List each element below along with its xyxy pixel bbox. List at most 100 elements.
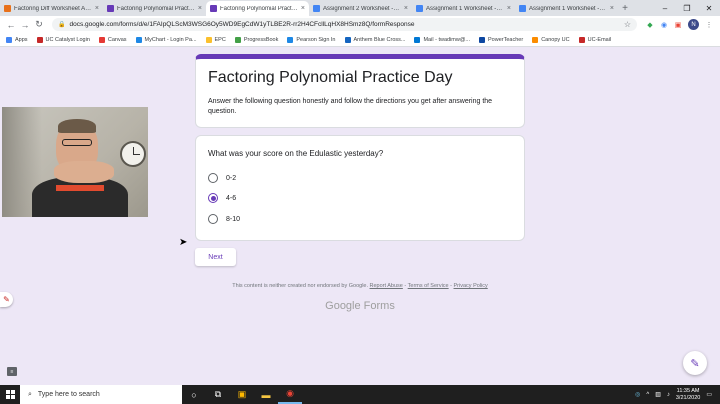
system-tray: ◎ ^ ▥ ♪ 11:35 AM 3/21/2020 ▭ [635,388,720,402]
tab-favicon [519,5,526,12]
bookmark-item[interactable]: ProgressBook [234,36,278,43]
extension-icon[interactable]: ◆ [643,18,657,32]
wall-clock [120,141,146,167]
bookmark-item[interactable]: Canopy UC [532,36,570,43]
form-title: Factoring Polynomial Practice Day [208,69,453,86]
bookmark-label: Canopy UC [541,36,570,43]
bookmark-label: UC Catalyst Login [45,36,90,43]
bookmark-favicon-icon [532,36,539,43]
extension-icon[interactable]: ▣ [671,18,685,32]
bookmark-item[interactable]: EPC [205,36,226,43]
bookmark-favicon-icon [578,36,585,43]
taskbar-clock[interactable]: 11:35 AM 3/21/2020 [676,388,700,402]
start-button[interactable] [0,385,20,404]
search-icon: ⌕ [28,390,32,398]
tray-app-icon[interactable]: ◎ [635,391,640,398]
cortana-icon[interactable]: ○ [182,385,206,404]
show-hidden-icons-icon[interactable]: ^ [646,392,649,398]
radio-option[interactable]: 0-2 [208,173,236,183]
taskbar-search-box[interactable]: ⌕ Type here to search [20,385,182,404]
browser-tab[interactable]: Factoring Polynomial Practice... × [103,1,206,16]
bookmark-item[interactable]: Mail - twadimw@... [414,36,471,43]
restore-icon[interactable]: ❐ [676,0,698,16]
network-icon[interactable]: ▥ [655,391,661,398]
privacy-link[interactable]: Privacy Policy [454,283,488,289]
back-icon[interactable]: ← [4,18,18,32]
tab-favicon [4,5,11,12]
tab-close-icon[interactable]: × [95,5,99,12]
browser-tab[interactable]: Factoring Diff Worksheet Ans... × [0,1,103,16]
bookmark-label: EPC [214,36,226,43]
new-tab-button[interactable]: + [618,1,632,16]
file-explorer-icon[interactable]: ▬ [254,385,278,404]
tab-title: Factoring Polynomial Practice... [117,5,195,12]
reload-icon[interactable]: ↻ [32,18,46,32]
radio-button[interactable] [208,173,218,183]
bookmark-item[interactable]: Canvas [98,36,127,43]
form-footer: This content is neither created nor endo… [232,283,488,289]
edit-pencil-icon[interactable]: ✎ [683,351,707,375]
browser-tab-strip: Factoring Diff Worksheet Ans... × Factor… [0,0,720,16]
google-forms-logo[interactable]: Google Forms [195,300,525,312]
notifications-icon[interactable]: ▭ [706,391,712,398]
mouse-cursor-icon: ➤ [179,237,188,248]
apps-icon [6,36,12,43]
profile-avatar[interactable]: N [688,19,699,30]
footer-disclaimer: This content is neither created nor endo… [232,283,368,289]
radio-button[interactable] [208,214,218,224]
store-icon[interactable]: ▣ [230,385,254,404]
bookmark-item[interactable]: Pearson Sign In [287,36,336,43]
close-window-icon[interactable]: ✕ [698,0,720,16]
bookmark-star-icon[interactable]: ☆ [624,20,631,29]
bookmark-favicon-icon [234,36,241,43]
extension-icon[interactable]: ◉ [657,18,671,32]
chat-icon[interactable]: ≡ [7,367,17,376]
next-button[interactable]: Next [195,248,236,266]
pen-tool-icon[interactable]: ✎ [0,292,13,307]
lock-icon[interactable]: 🔒 [58,21,65,28]
bookmark-favicon-icon [135,36,142,43]
webcam-video [2,107,148,217]
tab-close-icon[interactable]: × [404,5,408,12]
bookmark-item[interactable]: UC-Email [578,36,612,43]
tab-favicon [313,5,320,12]
task-view-icon[interactable]: ⧉ [206,385,230,404]
browser-tab[interactable]: Assignment 1 Worksheet - G... × [412,1,515,16]
tab-favicon [107,5,114,12]
bookmark-apps[interactable]: Apps [6,36,28,43]
browser-tab[interactable]: Assignment 2 Worksheet - G... × [309,1,412,16]
bookmark-label: UC-Email [587,36,612,43]
tab-title: Assignment 1 Worksheet - G... [426,5,504,12]
chrome-icon[interactable]: ◉ [278,385,302,404]
address-bar[interactable]: 🔒 docs.google.com/forms/d/e/1FAIpQLScM3W… [52,18,637,31]
bookmark-favicon-icon [98,36,105,43]
radio-option-selected[interactable]: 4-6 [208,193,236,203]
radio-option[interactable]: 8-10 [208,214,240,224]
taskbar-search-placeholder: Type here to search [37,391,100,398]
tab-close-icon[interactable]: × [507,5,511,12]
tab-close-icon[interactable]: × [301,5,305,12]
question-card: What was your score on the Edulastic yes… [195,135,525,241]
bookmark-label: Apps [15,36,28,43]
window-controls: – ❐ ✕ [654,0,720,16]
bookmark-label: Mail - twadimw@... [423,36,471,43]
bookmark-favicon-icon [479,36,486,43]
terms-link[interactable]: Terms of Service [408,283,449,289]
forward-icon[interactable]: → [18,18,32,32]
browser-tab[interactable]: Assignment 1 Worksheet - G... × [515,1,618,16]
bookmark-item[interactable]: Anthem Blue Cross... [344,36,405,43]
radio-button-checked[interactable] [208,193,218,203]
tab-close-icon[interactable]: × [198,5,202,12]
tab-title: Factoring Polynomial Practic... [220,5,298,12]
bookmark-favicon-icon [344,36,351,43]
bookmark-item[interactable]: MyChart - Login Pa... [135,36,197,43]
browser-tab-active[interactable]: Factoring Polynomial Practic... × [206,1,309,16]
report-abuse-link[interactable]: Report Abuse [370,283,403,289]
bookmark-item[interactable]: UC Catalyst Login [36,36,90,43]
browser-menu-icon[interactable]: ⋮ [702,18,716,32]
tab-close-icon[interactable]: × [610,5,614,12]
bookmark-item[interactable]: PowerTeacher [479,36,523,43]
minimize-icon[interactable]: – [654,0,676,16]
volume-icon[interactable]: ♪ [667,392,670,398]
bookmark-favicon-icon [287,36,294,43]
